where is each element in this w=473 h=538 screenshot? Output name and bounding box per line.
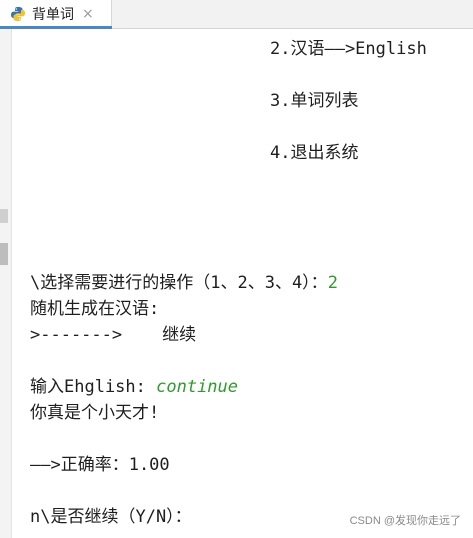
question-line: >-------> 继续	[30, 322, 196, 348]
console-gutter	[0, 29, 12, 538]
input-value: continue	[156, 377, 239, 397]
menu-item-2: 2.汉语——>English	[270, 39, 427, 59]
active-tab-indicator	[0, 26, 112, 29]
arrow-prefix: >------->	[30, 325, 123, 345]
console-output: 2.汉语——>English 3.单词列表 4.退出系统 \选择需要进行的操作（…	[30, 0, 427, 527]
continue-prompt: n\是否继续（Y/N）：	[30, 507, 192, 527]
editor-tab-bar: 背单词 ×	[0, 0, 473, 29]
operation-choice: 2	[327, 273, 338, 293]
operation-prompt-line: \选择需要进行的操作（1、2、3、4）：2	[30, 270, 338, 296]
close-icon[interactable]: ×	[82, 6, 94, 22]
menu-item-4: 4.退出系统	[270, 143, 359, 163]
watermark: CSDN @发现你走远了	[349, 515, 461, 527]
accuracy-text: ——>正确率：1.00	[30, 455, 170, 475]
input-line: 输入Ehglish: continue	[30, 374, 238, 400]
menu-item-3: 3.单词列表	[270, 91, 359, 111]
input-label: 输入Ehglish:	[30, 377, 157, 397]
python-icon	[11, 7, 25, 21]
operation-prompt: \选择需要进行的操作（1、2、3、4）：	[30, 273, 328, 293]
gutter-marker	[0, 243, 8, 265]
praise-text: 你真是个小天才!	[30, 403, 160, 423]
gutter-marker	[0, 209, 8, 223]
chinese-word: 继续	[162, 325, 197, 345]
tab-beidanci[interactable]: 背单词 ×	[0, 0, 112, 29]
random-label: 随机生成在汉语:	[30, 299, 160, 319]
